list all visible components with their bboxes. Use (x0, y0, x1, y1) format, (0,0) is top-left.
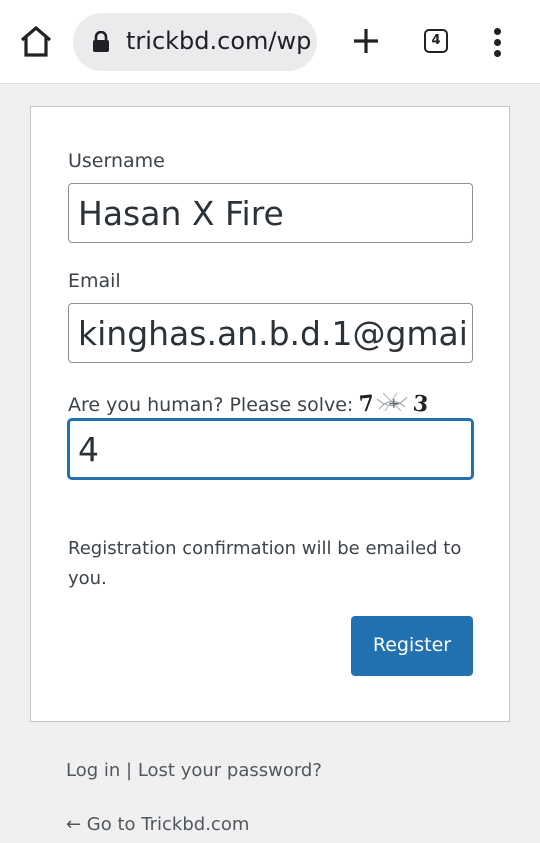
email-value: kinghas.an.b.d.1@gmail.com (78, 314, 468, 353)
lost-password-link[interactable]: Lost your password? (138, 760, 322, 781)
svg-text:+: + (388, 396, 400, 412)
email-label: Email (68, 270, 121, 292)
captcha-question: Are you human? Please solve: (68, 394, 354, 416)
username-label: Username (68, 150, 165, 172)
confirmation-note: Registration confirmation will be emaile… (68, 538, 462, 589)
new-tab-icon[interactable] (349, 24, 383, 58)
username-value: Hasan X Fire (78, 194, 284, 233)
email-field[interactable]: kinghas.an.b.d.1@gmail.com (68, 303, 473, 363)
browser-toolbar: trickbd.com/wp-login.php?action=register… (0, 0, 540, 84)
url-text[interactable]: trickbd.com/wp-login.php?action=register (126, 27, 312, 55)
more-menu-icon[interactable] (488, 26, 508, 60)
lock-icon (92, 30, 110, 53)
back-to-site-link[interactable]: ← Go to Trickbd.com (66, 814, 249, 835)
tab-switcher-button[interactable]: 4 (424, 29, 448, 53)
svg-text:3: 3 (412, 390, 429, 415)
captcha-label: Are you human? Please solve: 7 + 3 (68, 389, 430, 420)
username-field[interactable]: Hasan X Fire (68, 183, 473, 243)
links-separator: | (126, 760, 133, 781)
login-links: Log in | Lost your password? (66, 760, 322, 781)
address-bar[interactable]: trickbd.com/wp-login.php?action=register (73, 13, 317, 71)
captcha-image: 7 + 3 (357, 389, 430, 420)
captcha-answer-value: 4 (78, 430, 99, 469)
tab-count: 4 (431, 33, 441, 48)
registration-form: Username Hasan X Fire Email kinghas.an.b… (30, 106, 510, 722)
home-icon[interactable] (18, 24, 54, 60)
register-button[interactable]: Register (351, 616, 473, 676)
login-link[interactable]: Log in (66, 760, 120, 781)
svg-text:7: 7 (358, 390, 376, 415)
captcha-answer-field[interactable]: 4 (68, 419, 473, 479)
